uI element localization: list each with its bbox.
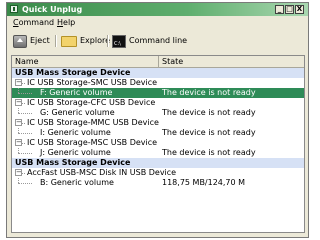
volume-row[interactable]: F: Generic volume The device is not ready: [12, 88, 304, 98]
app-icon: [10, 5, 18, 13]
eject-button[interactable]: Eject: [13, 34, 50, 48]
tree-connector: [22, 103, 25, 104]
device-row[interactable]: − IC USB Storage-MMC USB Device: [12, 118, 304, 128]
row-name: G: Generic volume: [40, 108, 115, 117]
close-button[interactable]: X: [295, 5, 304, 14]
row-name: B: Generic volume: [40, 178, 114, 187]
folder-icon: [61, 35, 77, 47]
maximize-button[interactable]: □: [285, 5, 294, 14]
row-name: USB Mass Storage Device: [15, 158, 131, 167]
command-prompt-icon: [112, 34, 126, 48]
collapse-icon[interactable]: −: [15, 99, 22, 106]
group-row[interactable]: USB Mass Storage Device: [12, 158, 304, 168]
minimize-button[interactable]: _: [275, 5, 284, 14]
row-name: I: Generic volume: [40, 128, 111, 137]
tree-connector: [18, 153, 32, 154]
row-name: USB Mass Storage Device: [15, 68, 131, 77]
collapse-icon[interactable]: −: [15, 79, 22, 86]
collapse-icon[interactable]: −: [15, 169, 22, 176]
tree-connector: [18, 93, 32, 94]
row-state: The device is not ready: [162, 88, 256, 97]
eject-label: Eject: [30, 36, 50, 45]
row-state: The device is not ready: [162, 148, 256, 157]
tree-connector: [22, 83, 25, 84]
device-row[interactable]: − IC USB Storage-SMC USB Device: [12, 78, 304, 88]
volume-row[interactable]: G: Generic volume The device is not ready: [12, 108, 304, 118]
collapse-icon[interactable]: −: [15, 139, 22, 146]
toolbar-separator: [107, 35, 109, 47]
toolbar-separator: [55, 35, 57, 47]
group-row[interactable]: USB Mass Storage Device: [12, 68, 304, 78]
command-line-button[interactable]: Command line: [112, 34, 187, 48]
list-header: Name State: [12, 56, 304, 68]
volume-row[interactable]: I: Generic volume The device is not ready: [12, 128, 304, 138]
menu-bar: Command Help: [7, 17, 308, 29]
device-list[interactable]: Name State USB Mass Storage Device − IC US…: [11, 55, 305, 233]
tree-connector: [22, 173, 25, 174]
title-bar[interactable]: Quick Unplug _ □ X: [7, 3, 308, 16]
row-state: The device is not ready: [162, 108, 256, 117]
row-state: 118,75 MB/124,70 M: [162, 178, 246, 187]
row-name: J: Generic volume: [40, 148, 111, 157]
eject-icon: [13, 34, 27, 48]
toolbar: Eject Explore Command line: [7, 30, 308, 52]
command-line-label: Command line: [129, 36, 188, 45]
tree-connector: [22, 123, 25, 124]
row-name: F: Generic volume: [40, 88, 113, 97]
tree-connector: [18, 113, 32, 114]
row-name: IC USB Storage-MMC USB Device: [27, 118, 159, 127]
row-name: IC USB Storage-SMC USB Device: [27, 78, 158, 87]
column-header-state[interactable]: State: [159, 56, 304, 67]
device-row[interactable]: − IC USB Storage-MSC USB Device: [12, 138, 304, 148]
menu-help[interactable]: Help: [55, 17, 77, 29]
explore-button[interactable]: Explore: [61, 34, 110, 48]
collapse-icon[interactable]: −: [15, 119, 22, 126]
row-state: The device is not ready: [162, 128, 256, 137]
device-row[interactable]: − AccFast USB-MSC Disk IN USB Device: [12, 168, 304, 178]
menu-command[interactable]: Command: [11, 17, 56, 29]
window-title: Quick Unplug: [22, 5, 83, 14]
row-name: AccFast USB-MSC Disk IN USB Device: [27, 168, 177, 177]
tree-connector: [22, 143, 25, 144]
tree-connector: [18, 133, 32, 134]
column-header-name[interactable]: Name: [12, 56, 159, 67]
app-window: Quick Unplug _ □ X Command Help Eject Ex…: [6, 2, 309, 238]
volume-row[interactable]: J: Generic volume The device is not ready: [12, 148, 304, 158]
volume-row[interactable]: B: Generic volume 118,75 MB/124,70 M: [12, 178, 304, 188]
row-name: IC USB Storage-CFC USB Device: [27, 98, 156, 107]
device-row[interactable]: − IC USB Storage-CFC USB Device: [12, 98, 304, 108]
explore-label: Explore: [80, 36, 111, 45]
row-name: IC USB Storage-MSC USB Device: [27, 138, 158, 147]
tree-connector: [18, 183, 32, 184]
